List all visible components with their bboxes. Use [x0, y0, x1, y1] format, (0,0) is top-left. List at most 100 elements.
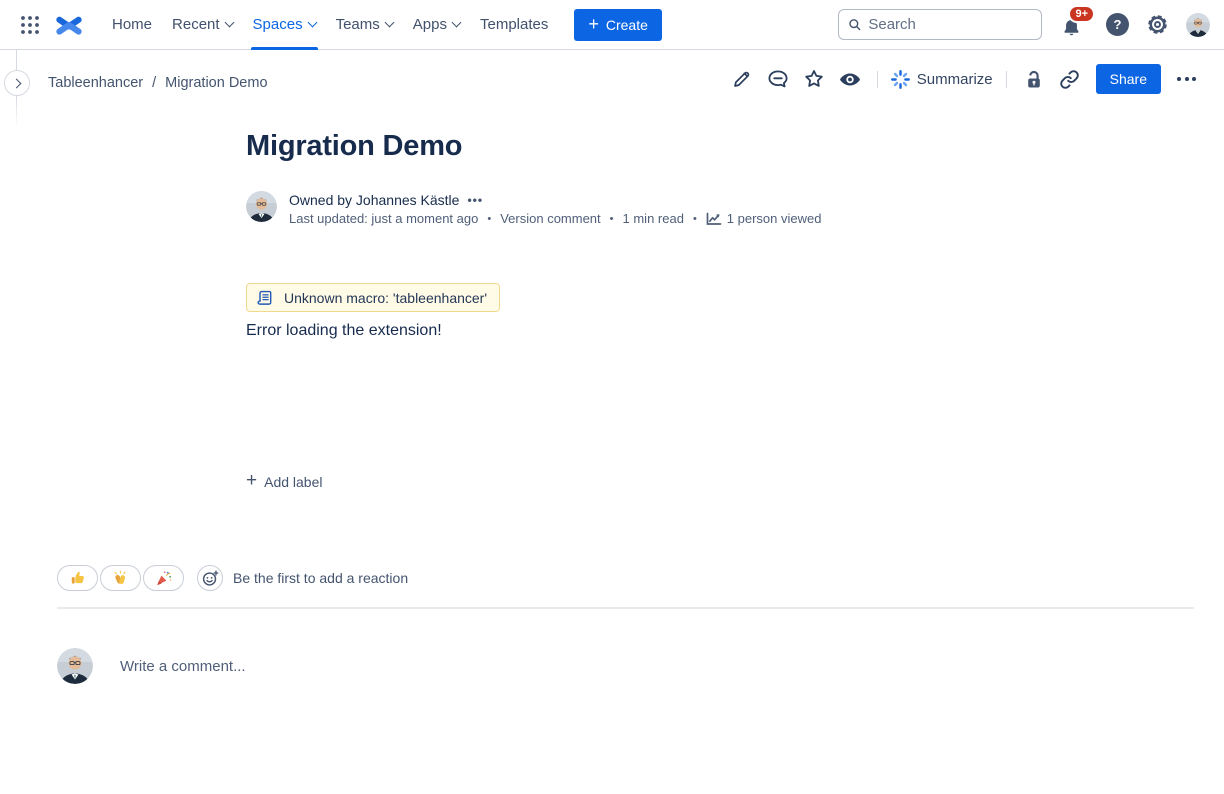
share-button-label: Share — [1110, 71, 1147, 87]
nav-item-spaces[interactable]: Spaces — [243, 0, 326, 50]
actions-divider — [877, 71, 878, 88]
star-icon — [803, 68, 825, 90]
chevron-down-icon — [307, 18, 317, 28]
comment-composer[interactable]: Write a comment... — [57, 648, 1194, 684]
comments-button[interactable] — [767, 68, 789, 90]
comment-placeholder-text: Write a comment... — [120, 658, 246, 675]
plus-icon: + — [246, 471, 257, 490]
avatar-image — [246, 191, 277, 222]
nav-item-templates[interactable]: Templates — [470, 0, 558, 50]
edit-button[interactable] — [731, 68, 753, 90]
more-dots-icon — [1177, 77, 1181, 81]
add-emoji-icon — [202, 570, 219, 587]
dot-separator: • — [693, 213, 697, 225]
byline-more-button[interactable]: ••• — [467, 193, 483, 207]
add-reaction-button[interactable] — [197, 565, 223, 591]
byline-text: Owned by Johannes Kästle ••• Last update… — [289, 191, 821, 226]
owner-avatar[interactable] — [246, 191, 277, 222]
breadcrumb-separator: / — [152, 75, 156, 91]
macro-scroll-icon — [257, 289, 274, 306]
nav-item-apps[interactable]: Apps — [403, 0, 470, 50]
breadcrumb-page-link[interactable]: Migration Demo — [165, 75, 267, 91]
search-icon — [848, 17, 861, 32]
confluence-logo-icon — [55, 11, 83, 39]
search-input[interactable] — [868, 16, 1032, 33]
footer-divider — [57, 607, 1194, 609]
copy-link-button[interactable] — [1059, 68, 1081, 90]
page-footer: Be the first to add a reaction Write a c… — [57, 565, 1194, 684]
primary-nav: Home Recent Spaces Teams Apps Templates — [102, 0, 558, 50]
dot-separator: • — [610, 213, 614, 225]
nav-item-label: Home — [112, 16, 152, 33]
avatar-image — [57, 648, 93, 684]
search-box[interactable] — [838, 9, 1042, 40]
nav-item-home[interactable]: Home — [102, 0, 162, 50]
views-analytics-link[interactable]: 1 person viewed — [706, 211, 822, 226]
grid-icon — [19, 14, 41, 36]
pencil-icon — [731, 69, 752, 90]
nav-item-label: Teams — [336, 16, 380, 33]
breadcrumb-space-link[interactable]: Tableenhancer — [48, 75, 143, 91]
question-mark-icon: ? — [1114, 17, 1122, 32]
avatar-image — [1186, 13, 1210, 37]
page-header-bar: Tableenhancer / Migration Demo — [0, 50, 1224, 108]
chevron-down-icon — [452, 18, 462, 28]
confluence-page: Home Recent Spaces Teams Apps Templates — [0, 0, 1224, 794]
share-button[interactable]: Share — [1096, 64, 1161, 94]
page-title: Migration Demo — [246, 130, 958, 163]
nav-item-label: Recent — [172, 16, 220, 33]
summarize-label: Summarize — [917, 71, 993, 88]
reaction-thumbs-up-button[interactable] — [57, 565, 98, 591]
create-button-label: Create — [606, 17, 648, 33]
user-avatar[interactable] — [1186, 13, 1210, 37]
last-updated-text[interactable]: Last updated: just a moment ago — [289, 211, 478, 226]
nav-item-recent[interactable]: Recent — [162, 0, 243, 50]
notification-badge: 9+ — [1068, 5, 1095, 23]
actions-divider — [1006, 71, 1007, 88]
app-switcher-button[interactable] — [14, 9, 46, 41]
commenter-avatar — [57, 648, 93, 684]
version-comment-link[interactable]: Version comment — [500, 211, 600, 226]
unknown-macro-placeholder[interactable]: Unknown macro: 'tableenhancer' — [246, 283, 500, 312]
ai-sparkle-icon — [891, 70, 910, 89]
restrictions-button[interactable] — [1023, 68, 1045, 90]
page-content: Migration Demo Owned by Johannes Kästle … — [246, 106, 958, 491]
confluence-logo[interactable] — [54, 10, 84, 40]
watch-button[interactable] — [839, 68, 861, 90]
help-button[interactable]: ? — [1106, 13, 1129, 36]
byline: Owned by Johannes Kästle ••• Last update… — [246, 191, 958, 226]
extension-error-text: Error loading the extension! — [246, 322, 958, 340]
reaction-party-button[interactable] — [143, 565, 184, 591]
nav-item-teams[interactable]: Teams — [326, 0, 403, 50]
clapping-hands-icon — [112, 570, 129, 587]
expand-sidebar-button[interactable] — [4, 70, 30, 96]
summarize-button[interactable]: Summarize — [891, 70, 993, 89]
owned-by-text[interactable]: Owned by Johannes Kästle — [289, 192, 459, 208]
eye-icon — [839, 68, 861, 91]
party-popper-icon — [155, 570, 172, 587]
add-label-button[interactable]: + Add label — [246, 473, 323, 490]
more-actions-button[interactable] — [1171, 71, 1202, 87]
notifications-button[interactable]: 9+ — [1059, 0, 1083, 50]
chevron-down-icon — [384, 18, 394, 28]
breadcrumb: Tableenhancer / Migration Demo — [48, 75, 268, 91]
read-time-text: 1 min read — [623, 211, 684, 226]
gear-icon — [1146, 13, 1169, 36]
unlocked-padlock-icon — [1024, 69, 1044, 90]
views-count-text: 1 person viewed — [727, 211, 822, 226]
nav-item-label: Templates — [480, 16, 548, 33]
star-button[interactable] — [803, 68, 825, 90]
nav-item-label: Apps — [413, 16, 447, 33]
add-label-text: Add label — [264, 474, 322, 490]
nav-item-label: Spaces — [253, 16, 303, 33]
create-button[interactable]: + Create — [574, 9, 662, 41]
thumbs-up-icon — [70, 570, 86, 586]
settings-button[interactable] — [1146, 13, 1169, 36]
reaction-clap-button[interactable] — [100, 565, 141, 591]
top-navigation: Home Recent Spaces Teams Apps Templates — [0, 0, 1224, 50]
reaction-prompt-text: Be the first to add a reaction — [233, 570, 408, 586]
dot-separator: • — [487, 213, 491, 225]
plus-icon: + — [588, 15, 599, 33]
analytics-chart-icon — [706, 212, 722, 226]
top-nav-right: 9+ ? — [838, 0, 1210, 50]
